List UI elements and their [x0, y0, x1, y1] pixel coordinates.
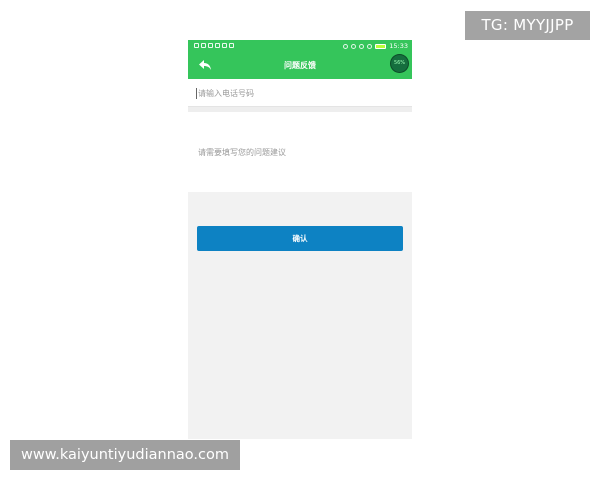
shield-icon — [208, 43, 213, 48]
status-icons-left — [194, 43, 234, 48]
status-bar: 15:33 — [188, 40, 412, 53]
notification-icon — [194, 43, 199, 48]
phone-number-input[interactable]: 请输入电话号码 — [188, 79, 412, 107]
wifi-icon — [351, 44, 357, 49]
phone-number-placeholder: 请输入电话号码 — [198, 89, 254, 98]
status-time: 15:33 — [389, 42, 408, 50]
signal-icon — [359, 44, 365, 49]
wechat-icon — [222, 43, 227, 48]
floating-percent-badge[interactable]: 56% — [391, 55, 408, 72]
phone-screen: 15:33 问题反馈 56% 请输入电话号码 请需要填写您的问题建议 确认 — [188, 40, 412, 439]
usb-icon — [215, 43, 220, 48]
nav-bar: 问题反馈 56% — [188, 53, 412, 79]
suggestion-placeholder: 请需要填写您的问题建议 — [198, 148, 286, 157]
text-cursor — [196, 88, 197, 99]
page-title: 问题反馈 — [284, 61, 316, 70]
confirm-button[interactable]: 确认 — [197, 226, 403, 251]
suggestion-textarea[interactable]: 请需要填写您的问题建议 — [188, 112, 412, 192]
screenshot-canvas: TG: MYYJJPP 15:33 问题反馈 56% 请输入电话号码 请需要填写… — [0, 0, 600, 480]
app-icon — [229, 43, 234, 48]
bluetooth-icon — [343, 44, 349, 49]
alarm-icon — [367, 44, 373, 49]
status-icons-right: 15:33 — [343, 42, 408, 51]
image-icon — [201, 43, 206, 48]
url-watermark: www.kaiyuntiyudiannao.com — [10, 440, 240, 470]
tg-watermark: TG: MYYJJPP — [465, 11, 590, 40]
battery-icon — [375, 44, 387, 49]
